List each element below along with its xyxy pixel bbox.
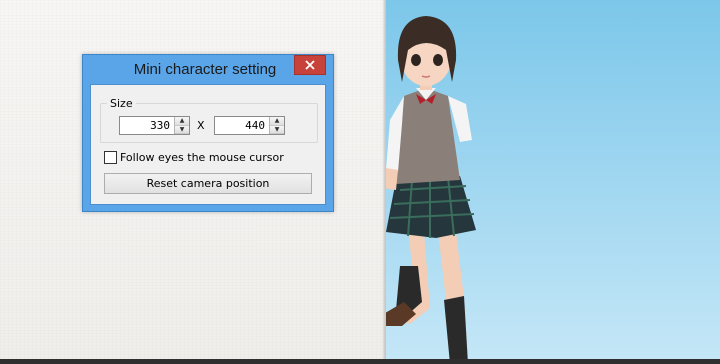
height-spinbox[interactable]: 440 ▲ ▼ [214,116,285,135]
follow-eyes-row[interactable]: Follow eyes the mouse cursor [104,151,284,164]
character-viewport[interactable] [386,0,720,364]
width-spinbox[interactable]: 330 ▲ ▼ [119,116,190,135]
close-button[interactable] [294,55,326,75]
size-separator: X [197,119,205,132]
width-increment-icon[interactable]: ▲ [175,117,189,126]
dialog-client-area: Size 330 ▲ ▼ X 440 ▲ ▼ Follow eyes the m… [90,84,326,205]
height-increment-icon[interactable]: ▲ [270,117,284,126]
mini-character-setting-dialog: Mini character setting Size 330 ▲ ▼ X 44… [82,54,334,212]
reset-camera-button[interactable]: Reset camera position [104,173,312,194]
height-decrement-icon[interactable]: ▼ [270,125,284,134]
height-value[interactable]: 440 [215,119,268,132]
mini-character-figure[interactable] [386,0,720,364]
taskbar-edge [0,359,720,364]
follow-eyes-label[interactable]: Follow eyes the mouse cursor [120,151,284,164]
height-spin-arrows[interactable]: ▲ ▼ [269,117,284,134]
size-group-label: Size [107,97,136,110]
dialog-titlebar[interactable]: Mini character setting [83,55,333,83]
width-spin-arrows[interactable]: ▲ ▼ [174,117,189,134]
dialog-title: Mini character setting [133,61,277,78]
follow-eyes-checkbox[interactable] [104,151,117,164]
width-decrement-icon[interactable]: ▼ [175,125,189,134]
width-value[interactable]: 330 [120,119,173,132]
close-icon [305,60,315,70]
